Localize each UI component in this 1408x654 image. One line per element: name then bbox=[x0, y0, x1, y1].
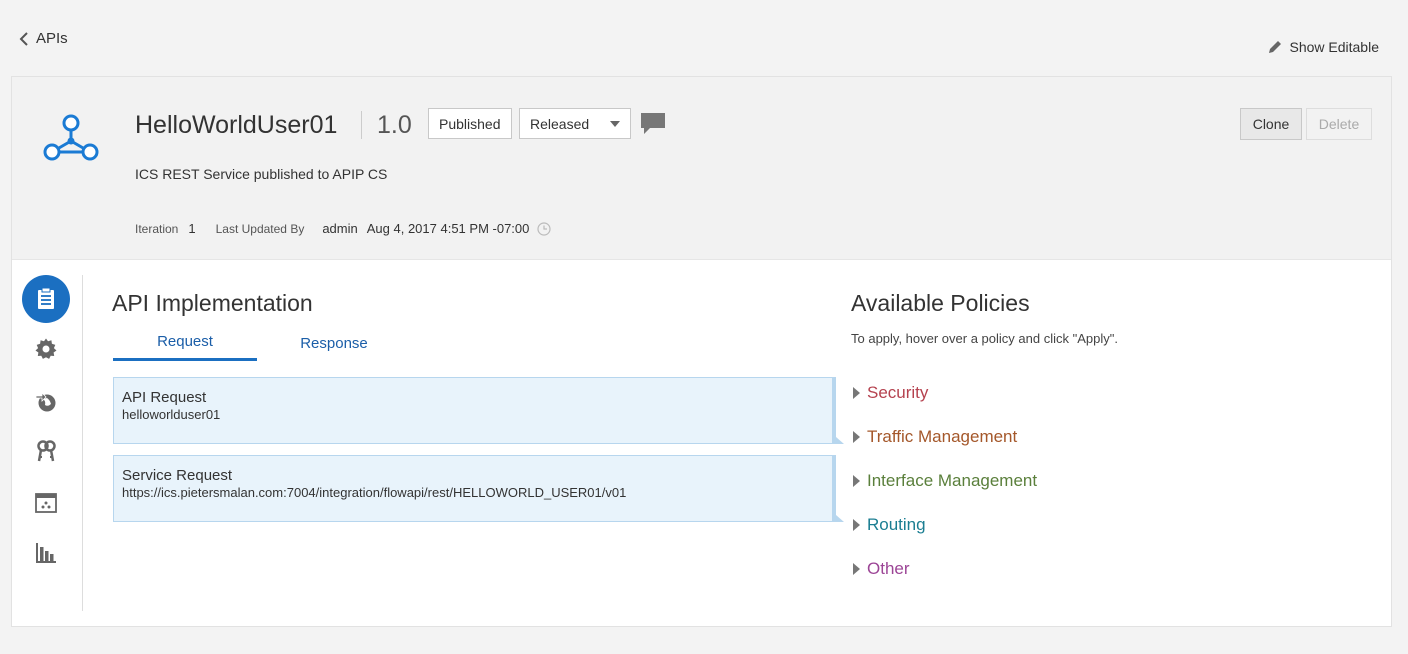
implementation-title: API Implementation bbox=[112, 290, 313, 316]
api-card: HelloWorldUser01 1.0 Published Released … bbox=[11, 76, 1392, 627]
api-name: HelloWorldUser01 bbox=[135, 111, 338, 139]
flow-arrow-icon bbox=[832, 377, 844, 444]
chevron-down-icon bbox=[610, 120, 620, 127]
policy-label: Security bbox=[867, 383, 929, 402]
chevron-left-icon bbox=[19, 31, 28, 46]
iteration-value: 1 bbox=[188, 221, 196, 236]
policy-label: Interface Management bbox=[867, 471, 1038, 490]
tab-response[interactable]: Response bbox=[262, 325, 406, 361]
nav-settings[interactable] bbox=[22, 325, 70, 373]
state-select-value: Released bbox=[530, 115, 590, 132]
back-to-apis-link[interactable]: APIs bbox=[18, 30, 68, 47]
side-nav bbox=[12, 261, 82, 627]
policies-title: Available Policies bbox=[851, 290, 1030, 316]
state-select[interactable]: Released bbox=[519, 108, 631, 139]
top-bar: APIs Show Editable bbox=[0, 0, 1408, 76]
nav-api-implementation[interactable] bbox=[22, 275, 70, 323]
nav-deployments[interactable] bbox=[22, 377, 70, 425]
globe-deploy-icon bbox=[35, 392, 56, 412]
policy-other[interactable]: Other bbox=[853, 559, 910, 579]
clipboard-icon bbox=[38, 287, 54, 309]
policies-hint: To apply, hover over a policy and click … bbox=[851, 331, 1118, 346]
api-request-value: helloworlduser01 bbox=[122, 407, 221, 422]
policy-traffic-management[interactable]: Traffic Management bbox=[853, 427, 1017, 447]
nav-publication[interactable] bbox=[22, 479, 70, 527]
api-version: 1.0 bbox=[377, 111, 412, 139]
keys-icon bbox=[37, 440, 56, 462]
status-badge: Published bbox=[428, 108, 512, 139]
service-request-title: Service Request bbox=[122, 467, 233, 484]
back-label: APIs bbox=[36, 30, 68, 47]
calendar-icon bbox=[35, 493, 57, 513]
service-request-box[interactable]: Service Request https://ics.pietersmalan… bbox=[113, 455, 844, 522]
comment-icon[interactable] bbox=[640, 112, 666, 136]
updated-by-value: admin bbox=[322, 221, 358, 236]
show-editable-button[interactable]: Show Editable bbox=[1267, 39, 1379, 55]
api-description: ICS REST Service published to APIP CS bbox=[135, 166, 388, 182]
policy-security[interactable]: Security bbox=[853, 383, 928, 403]
api-request-title: API Request bbox=[122, 389, 207, 406]
service-request-value: https://ics.pietersmalan.com:7004/integr… bbox=[122, 485, 627, 500]
clock-icon bbox=[537, 221, 551, 236]
tab-request[interactable]: Request bbox=[113, 325, 257, 361]
side-nav-divider bbox=[82, 275, 83, 611]
expand-triangle-icon bbox=[853, 563, 860, 575]
nav-analytics[interactable] bbox=[22, 529, 70, 577]
policy-routing[interactable]: Routing bbox=[853, 515, 926, 535]
policy-label: Routing bbox=[867, 515, 926, 534]
flow-arrow-icon bbox=[832, 455, 844, 522]
policy-label: Other bbox=[867, 559, 910, 578]
gear-icon bbox=[35, 338, 57, 359]
expand-triangle-icon bbox=[853, 475, 860, 487]
expand-triangle-icon bbox=[853, 431, 860, 443]
api-request-box[interactable]: API Request helloworlduser01 bbox=[113, 377, 844, 444]
api-meta: Iteration 1 Last Updated By admin Aug 4,… bbox=[135, 221, 551, 236]
show-editable-label: Show Editable bbox=[1289, 39, 1379, 55]
policy-label: Traffic Management bbox=[867, 427, 1018, 446]
expand-triangle-icon bbox=[853, 519, 860, 531]
pencil-icon bbox=[1269, 41, 1282, 53]
iteration-label: Iteration bbox=[135, 221, 179, 236]
policy-interface-management[interactable]: Interface Management bbox=[853, 471, 1037, 491]
bar-chart-icon bbox=[36, 543, 56, 563]
clone-button[interactable]: Clone bbox=[1240, 108, 1302, 140]
nav-grants[interactable] bbox=[22, 427, 70, 475]
title-divider bbox=[361, 111, 362, 139]
updated-by-label: Last Updated By bbox=[215, 221, 305, 236]
expand-triangle-icon bbox=[853, 387, 860, 399]
updated-at: Aug 4, 2017 4:51 PM -07:00 bbox=[366, 221, 530, 236]
api-header: HelloWorldUser01 1.0 Published Released … bbox=[12, 77, 1391, 260]
delete-button[interactable]: Delete bbox=[1306, 108, 1372, 140]
api-logo-icon bbox=[43, 114, 99, 161]
